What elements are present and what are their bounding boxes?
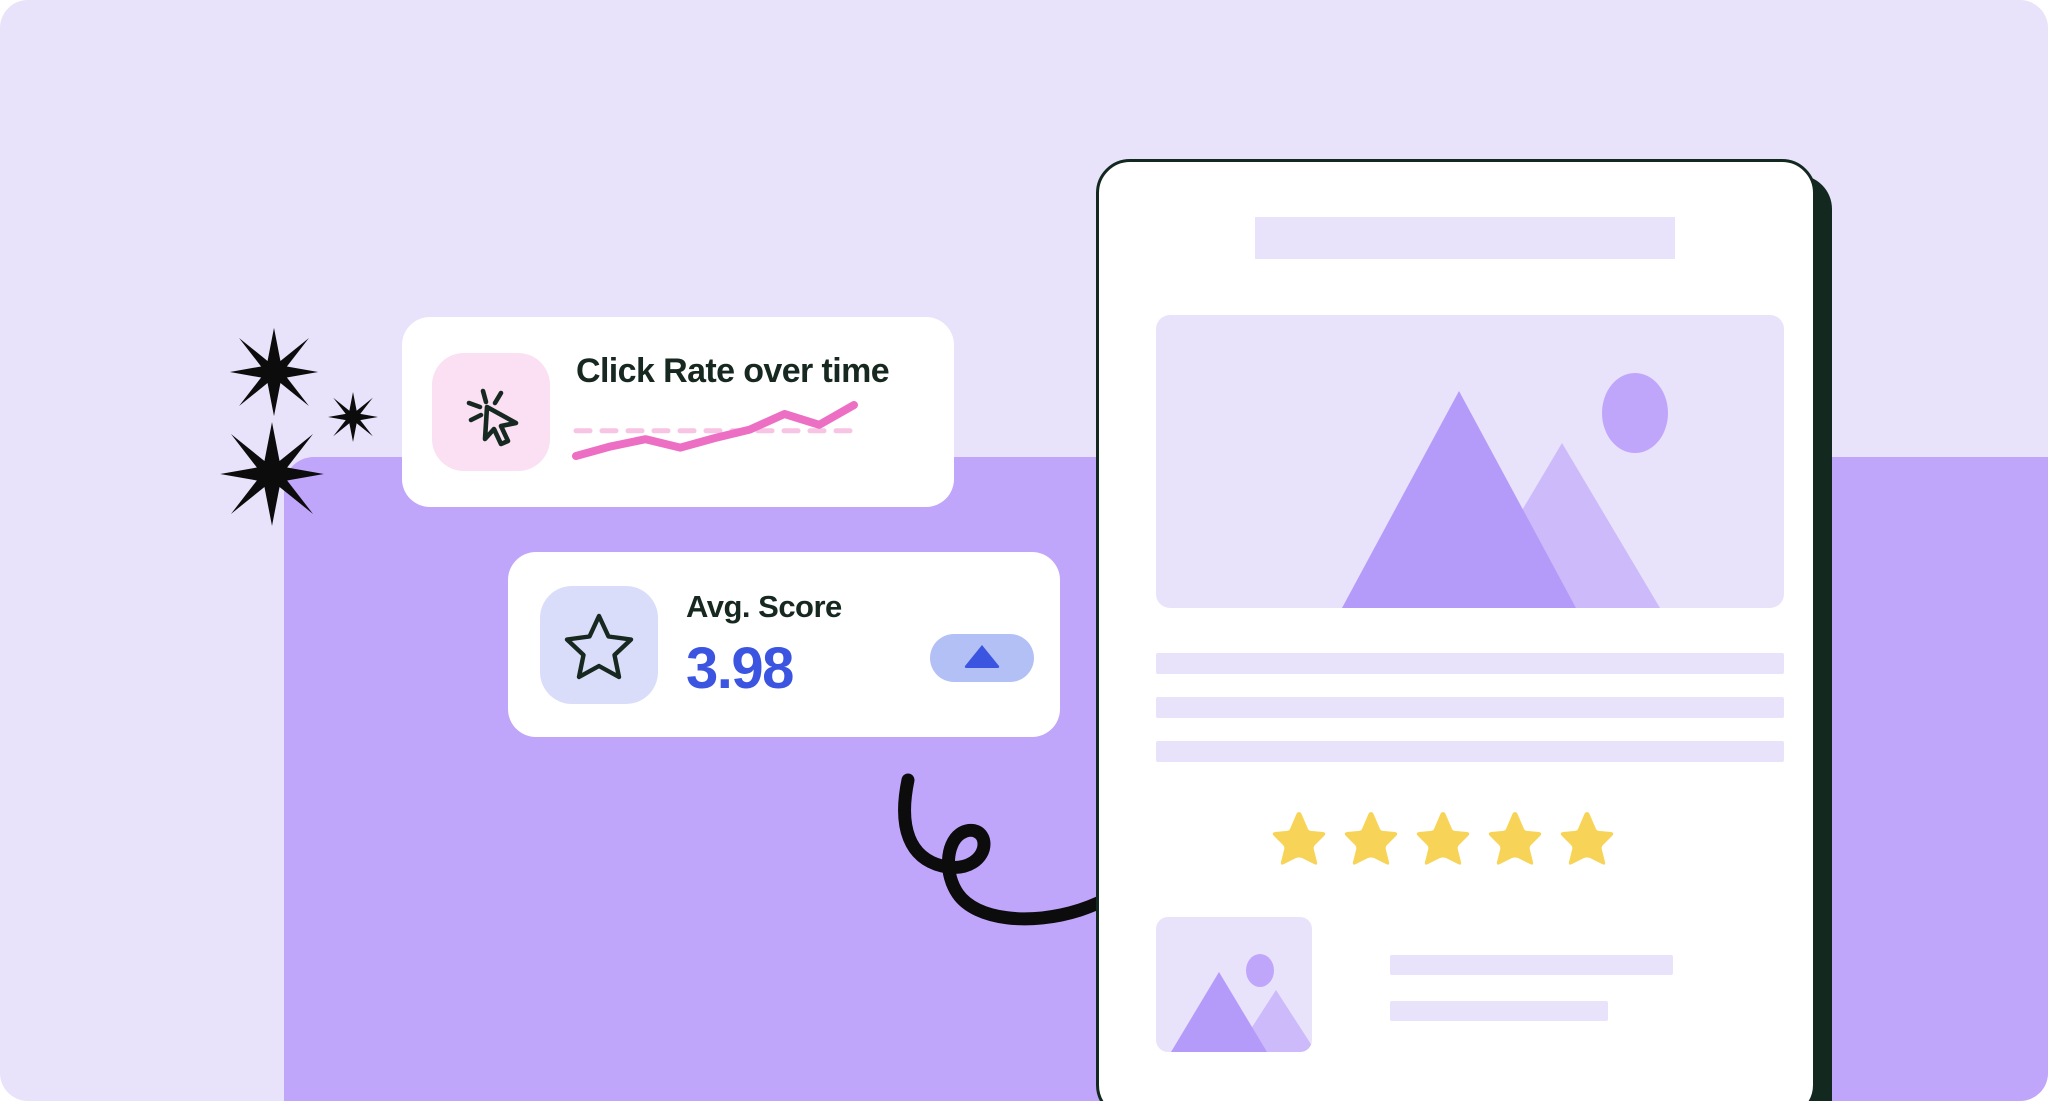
hero-image-placeholder — [1156, 315, 1784, 608]
sun-icon — [1602, 373, 1668, 453]
rating-star-icon[interactable] — [1412, 809, 1474, 874]
star-outline-icon — [540, 585, 658, 704]
text-placeholder-line — [1156, 741, 1784, 762]
click-rate-card[interactable]: Click Rate over time — [402, 317, 954, 507]
click-rate-content: Click Rate over time — [572, 348, 954, 476]
mountain-front-shape — [1342, 391, 1576, 608]
rating-star-icon[interactable] — [1340, 809, 1402, 874]
mountain-front-shape — [1171, 972, 1267, 1052]
trend-up-badge[interactable] — [930, 633, 1034, 682]
rating-star-icon[interactable] — [1556, 809, 1618, 874]
text-placeholder-line — [1390, 1001, 1608, 1021]
rating-star-icon[interactable] — [1484, 809, 1546, 874]
device-card — [1096, 159, 1816, 1101]
illustration-canvas: Click Rate over time Avg. Score 3.98 — [0, 0, 2048, 1101]
title-placeholder-bar — [1255, 217, 1675, 259]
thumbnail-row — [1156, 917, 1673, 1052]
text-placeholder-line — [1390, 955, 1673, 975]
text-placeholder-line — [1156, 653, 1784, 674]
sparkle-icon-large-bottom — [218, 420, 326, 528]
thumbnail-text-placeholders — [1390, 917, 1673, 1021]
avg-score-value: 3.98 — [686, 636, 794, 701]
avg-score-title: Avg. Score — [686, 589, 842, 624]
avg-score-card[interactable]: Avg. Score 3.98 — [508, 552, 1060, 737]
star-rating[interactable] — [1268, 809, 1618, 874]
rating-star-icon[interactable] — [1268, 809, 1330, 874]
avg-score-content: Avg. Score 3.98 — [686, 591, 930, 698]
sparkle-icon-large-top — [228, 326, 320, 418]
text-placeholder-line — [1156, 697, 1784, 718]
sparkle-icon-small — [327, 391, 379, 443]
click-cursor-icon — [432, 353, 550, 471]
click-rate-line-chart — [570, 396, 860, 473]
triangle-up-icon — [962, 641, 1002, 674]
click-rate-title: Click Rate over time — [576, 352, 890, 390]
thumbnail-image-placeholder — [1156, 917, 1312, 1052]
body-text-placeholders — [1156, 653, 1784, 762]
